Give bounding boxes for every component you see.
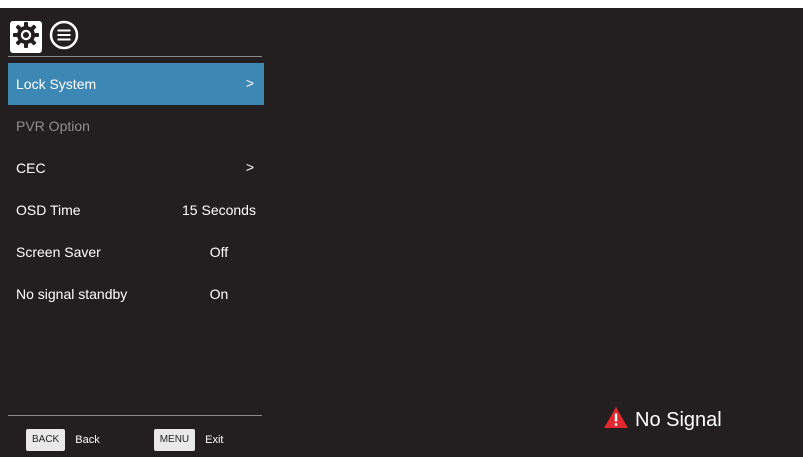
menu-item-value: 15 Seconds (182, 202, 256, 218)
menu-item-cec[interactable]: CEC > (8, 147, 264, 189)
menu-key-label: Exit (205, 434, 224, 446)
footer-hints: BACK Back MENU Exit (26, 429, 224, 451)
settings-menu: Lock System > PVR Option CEC > OSD Time … (8, 63, 264, 315)
menu-item-label: PVR Option (16, 118, 90, 134)
menu-item-label: CEC (16, 160, 46, 176)
menu-item-label: OSD Time (16, 202, 81, 218)
back-key-label: Back (75, 434, 100, 446)
no-signal-status: No Signal (603, 406, 722, 435)
menu-item-no-signal-standby[interactable]: No signal standby On (8, 273, 264, 315)
menu-item-value: On (209, 286, 229, 302)
back-key-badge[interactable]: BACK (26, 429, 66, 451)
list-tab[interactable] (48, 20, 80, 55)
menu-item-label: No signal standby (16, 286, 128, 302)
settings-gear-icon (12, 21, 40, 54)
tv-screen: Lock System > PVR Option CEC > OSD Time … (0, 8, 803, 457)
menu-item-label: Screen Saver (16, 244, 101, 260)
menu-item-label: Lock System (16, 76, 97, 92)
settings-tab[interactable] (10, 21, 42, 53)
menu-item-pvr-option: PVR Option (8, 105, 264, 147)
menu-key-badge[interactable]: MENU (153, 429, 196, 451)
top-divider (8, 56, 262, 57)
warning-triangle-icon (603, 406, 629, 435)
list-menu-icon (49, 20, 79, 55)
chevron-right-icon: > (245, 75, 254, 91)
no-signal-text: No Signal (635, 409, 722, 431)
menu-category-icons (10, 20, 80, 55)
menu-item-screen-saver[interactable]: Screen Saver Off (8, 231, 264, 273)
bottom-divider (8, 415, 262, 416)
chevron-right-icon: > (245, 159, 254, 175)
menu-item-osd-time[interactable]: OSD Time 15 Seconds (8, 189, 264, 231)
menu-item-lock-system[interactable]: Lock System > (8, 63, 264, 105)
menu-item-value: Off (209, 244, 229, 260)
